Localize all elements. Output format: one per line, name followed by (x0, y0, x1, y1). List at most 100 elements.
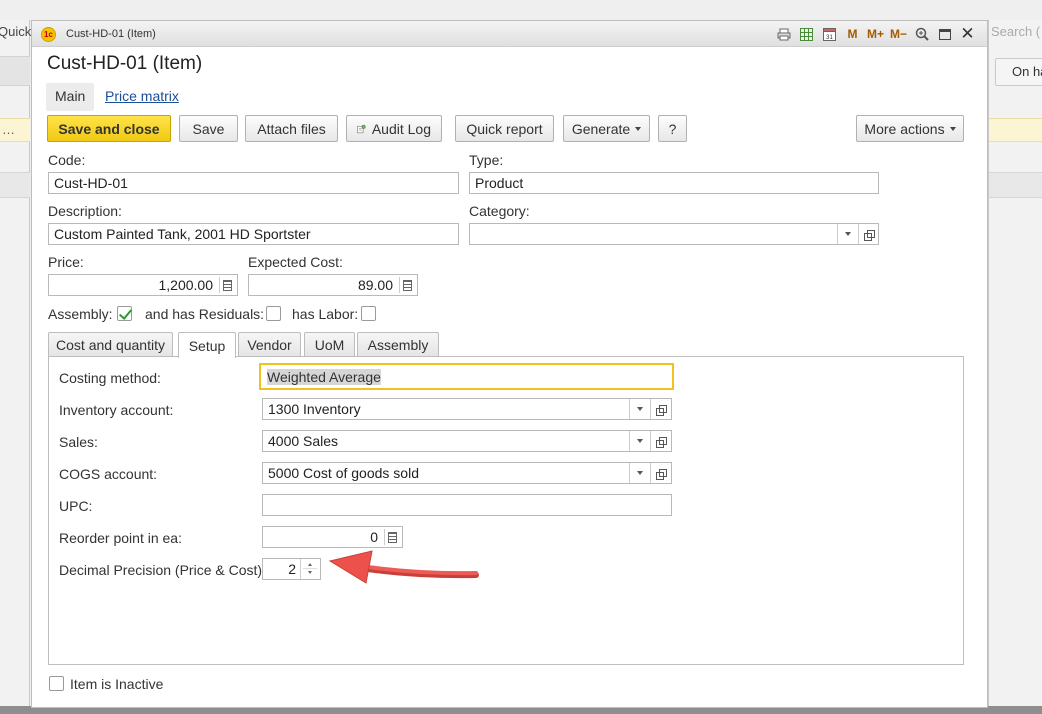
chevron-down-icon (636, 407, 643, 411)
type-field[interactable]: Product (469, 172, 879, 194)
annotation-arrow-icon (328, 550, 479, 584)
spinner-buttons[interactable] (300, 559, 320, 579)
audit-log-icon (357, 124, 366, 133)
expected-cost-label: Expected Cost: (248, 254, 343, 270)
open-window-icon (655, 436, 667, 448)
close-icon[interactable]: ✕ (956, 24, 979, 43)
save-button[interactable]: Save (179, 115, 238, 142)
code-label: Code: (48, 152, 86, 168)
save-and-close-label: Save and close (58, 120, 160, 137)
residuals-label: and has Residuals: (145, 306, 265, 322)
tab-main[interactable]: Main (46, 83, 95, 111)
window-title: Cust-HD-01 (Item) (66, 28, 156, 40)
chevron-down-icon (635, 126, 642, 131)
tab-assembly[interactable]: Assembly (357, 332, 439, 357)
background-right-pane: Search ( On ha (988, 20, 1042, 714)
tab-vendor[interactable]: Vendor (238, 332, 301, 357)
more-actions-label: More actions (864, 120, 945, 137)
spinner-down-icon[interactable] (308, 571, 312, 574)
sales-account-dropdown-button[interactable] (629, 431, 649, 451)
reorder-point-value: 0 (370, 529, 378, 545)
item-inactive-checkbox[interactable] (49, 676, 64, 691)
decimal-precision-field[interactable]: 2 (262, 558, 321, 580)
tab-price-matrix[interactable]: Price matrix (96, 83, 188, 111)
cogs-account-field[interactable]: 5000 Cost of goods sold (262, 462, 672, 484)
background-search-input[interactable]: Search ( (991, 24, 1040, 39)
tab-uom[interactable]: UoM (304, 332, 355, 357)
cogs-account-dropdown-button[interactable] (629, 463, 649, 483)
spinner-up-icon[interactable] (308, 563, 312, 566)
category-field[interactable] (469, 223, 879, 245)
attach-files-button[interactable]: Attach files (245, 115, 338, 142)
residuals-checkbox[interactable] (266, 306, 281, 321)
assembly-label: Assembly: (48, 306, 113, 322)
sales-label: Sales: (59, 434, 98, 450)
form-title: Cust-HD-01 (Item) (47, 53, 203, 74)
sales-account-open-button[interactable] (650, 431, 670, 451)
open-window-icon (655, 404, 667, 416)
price-label: Price: (48, 254, 84, 270)
code-field[interactable]: Cust-HD-01 (48, 172, 459, 194)
memory-minus-icon[interactable]: M− (887, 25, 910, 43)
open-window-icon (863, 229, 875, 241)
inventory-account-field[interactable]: 1300 Inventory (262, 398, 672, 420)
sales-account-field[interactable]: 4000 Sales (262, 430, 672, 452)
sales-account-value: 4000 Sales (268, 433, 339, 449)
description-field[interactable]: Custom Painted Tank, 2001 HD Sportster (48, 223, 459, 245)
window-toolbar: 31 M M+ M− ✕ (772, 24, 979, 43)
costing-method-field[interactable]: Weighted Average (259, 363, 674, 390)
assembly-checkbox[interactable] (117, 306, 132, 321)
inventory-account-label: Inventory account: (59, 402, 174, 418)
print-icon[interactable] (772, 25, 795, 43)
background-row (0, 56, 30, 86)
decimal-precision-label: Decimal Precision (Price & Cost): (59, 562, 266, 578)
generate-button[interactable]: Generate (563, 115, 650, 142)
window-titlebar[interactable]: 1c Cust-HD-01 (Item) 31 M M+ M− ✕ (32, 21, 987, 47)
background-row (989, 172, 1042, 198)
costing-method-value: Weighted Average (267, 369, 381, 385)
save-label: Save (192, 120, 225, 137)
help-label: ? (668, 120, 677, 137)
price-value: 1,200.00 (158, 277, 214, 293)
calculator-icon[interactable] (219, 277, 235, 293)
reorder-point-field[interactable]: 0 (262, 526, 403, 548)
attach-files-label: Attach files (257, 120, 326, 137)
cogs-account-open-button[interactable] (650, 463, 670, 483)
tab-setup[interactable]: Setup (178, 332, 236, 358)
zoom-icon[interactable] (910, 25, 933, 43)
inventory-account-value: 1300 Inventory (268, 401, 361, 417)
memory-m-icon[interactable]: M (841, 25, 864, 43)
description-label: Description: (48, 203, 122, 219)
calculator-icon[interactable] (384, 529, 400, 545)
save-and-close-button[interactable]: Save and close (47, 115, 171, 142)
labor-label: has Labor: (292, 306, 359, 322)
generate-label: Generate (571, 120, 631, 137)
labor-checkbox[interactable] (361, 306, 376, 321)
memory-plus-icon[interactable]: M+ (864, 25, 887, 43)
price-field[interactable]: 1,200.00 (48, 274, 238, 296)
expected-cost-field[interactable]: 89.00 (248, 274, 418, 296)
category-dropdown-button[interactable] (837, 224, 857, 244)
expected-cost-value: 89.00 (357, 277, 393, 293)
svg-text:31: 31 (826, 35, 833, 41)
chevron-down-icon (636, 439, 643, 443)
upc-field[interactable] (262, 494, 672, 516)
chevron-down-icon (844, 232, 851, 236)
help-button[interactable]: ? (658, 115, 687, 142)
calculator-icon[interactable] (399, 277, 415, 293)
quick-report-button[interactable]: Quick report (455, 115, 554, 142)
tab-cost-and-quantity[interactable]: Cost and quantity (48, 332, 173, 357)
cogs-account-label: COGS account: (59, 466, 158, 482)
background-left-pane: Quick … (0, 20, 31, 714)
calendar-icon[interactable]: 31 (818, 25, 841, 43)
item-window: 1c Cust-HD-01 (Item) 31 M M+ M− ✕ Cust-H… (31, 20, 988, 708)
inventory-account-open-button[interactable] (650, 399, 670, 419)
category-open-button[interactable] (858, 224, 878, 244)
spreadsheet-icon[interactable] (795, 25, 818, 43)
inventory-account-dropdown-button[interactable] (629, 399, 649, 419)
category-label: Category: (469, 203, 530, 219)
audit-log-button[interactable]: Audit Log (346, 115, 442, 142)
maximize-icon[interactable] (933, 25, 956, 43)
more-actions-button[interactable]: More actions (856, 115, 964, 142)
upc-label: UPC: (59, 498, 93, 514)
